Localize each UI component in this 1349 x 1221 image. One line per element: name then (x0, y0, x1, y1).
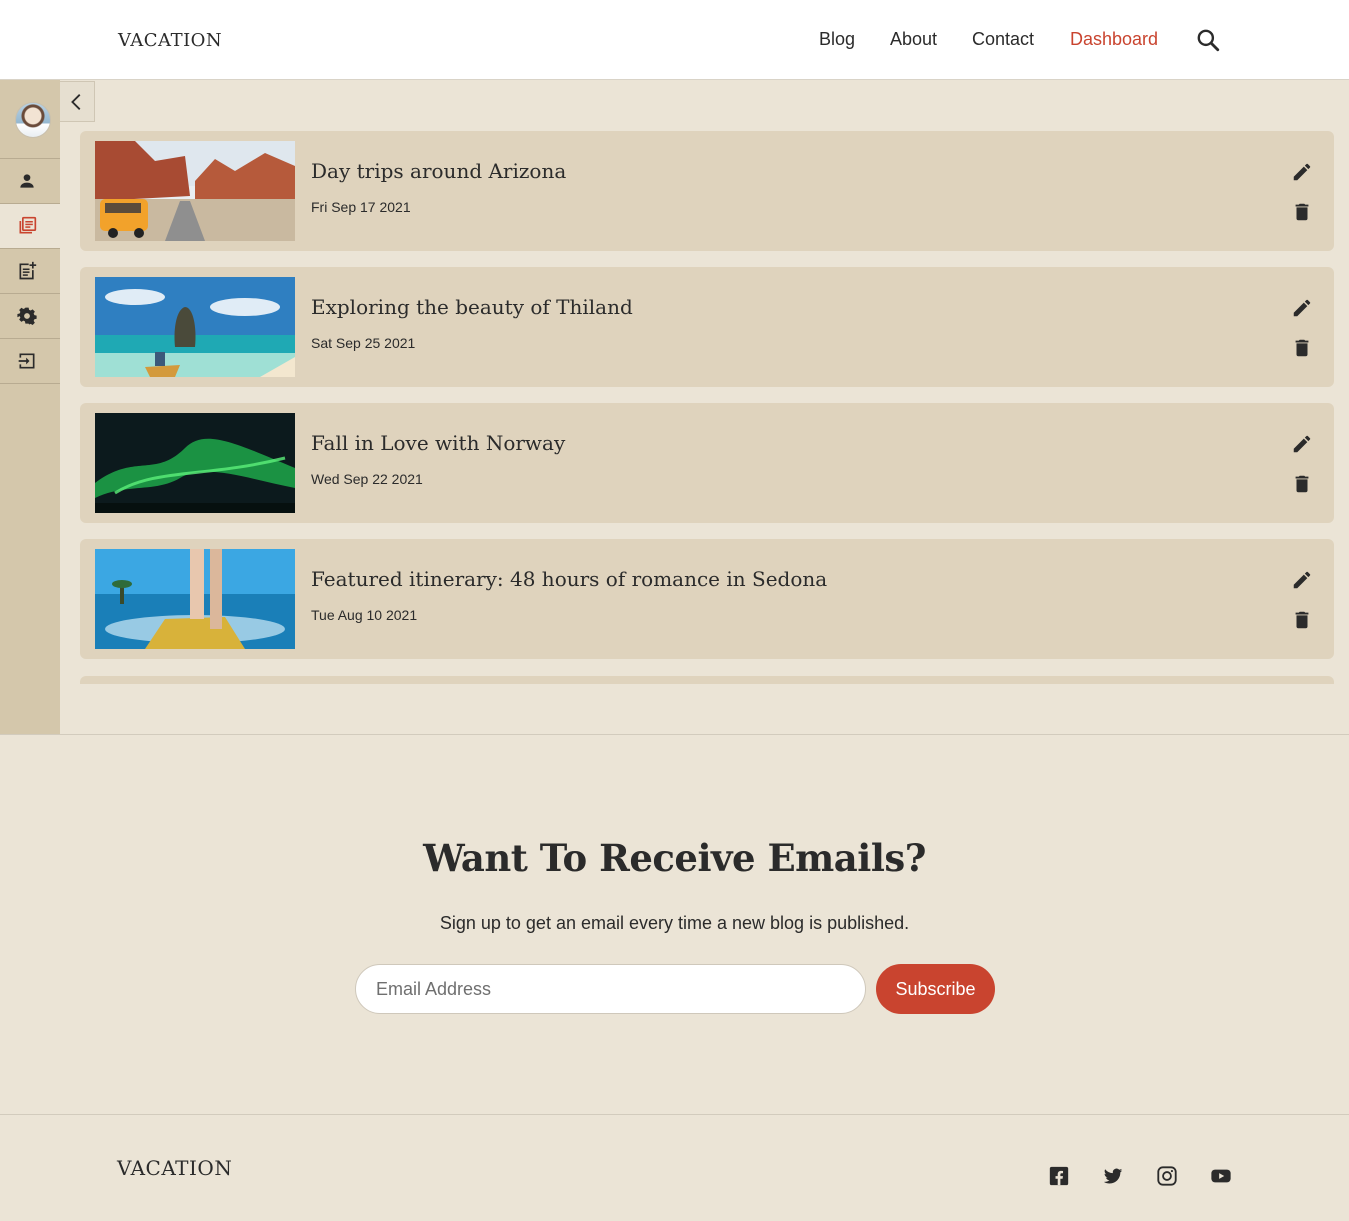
trash-icon (1295, 611, 1309, 629)
footer-logo[interactable]: VACATION (117, 1156, 232, 1180)
chevron-left-icon (71, 93, 81, 110)
nav-link-contact[interactable]: Contact (972, 29, 1034, 50)
collapse-sidebar-button[interactable] (60, 81, 95, 122)
post-title[interactable]: Fall in Love with Norway (311, 431, 565, 455)
sidebar-avatar-cell (0, 80, 60, 159)
youtube-icon (1211, 1169, 1231, 1183)
post-title[interactable]: Featured itinerary: 48 hours of romance … (311, 567, 827, 591)
facebook-icon (1049, 1166, 1069, 1186)
twitter-icon (1103, 1168, 1123, 1184)
post-card[interactable]: Day trips around Arizona Fri Sep 17 2021 (80, 131, 1334, 251)
dashboard-sidebar (0, 80, 60, 734)
top-navbar: VACATION Blog About Contact Dashboard (0, 0, 1349, 80)
posts-list-icon (19, 216, 37, 234)
delete-post-button[interactable] (1291, 609, 1311, 631)
post-card[interactable]: Exploring the beauty of Thiland Sat Sep … (80, 267, 1334, 387)
search-button[interactable] (1195, 27, 1221, 53)
post-title[interactable]: Day trips around Arizona (311, 159, 566, 183)
post-date: Tue Aug 10 2021 (311, 607, 418, 623)
sidebar-item-new-post[interactable] (0, 249, 60, 294)
nav-link-dashboard[interactable]: Dashboard (1070, 29, 1158, 50)
twitter-link[interactable] (1102, 1165, 1124, 1187)
post-thumbnail (95, 277, 295, 377)
email-field[interactable] (355, 964, 866, 1014)
edit-post-button[interactable] (1291, 569, 1311, 589)
delete-post-button[interactable] (1291, 201, 1311, 223)
post-card-partial (80, 676, 1334, 684)
newsletter-subtext: Sign up to get an email every time a new… (439, 913, 910, 933)
pencil-icon (1293, 299, 1311, 317)
post-thumbnail (95, 141, 295, 241)
nav-link-about[interactable]: About (890, 29, 937, 50)
nav-link-blog[interactable]: Blog (819, 29, 855, 50)
gear-icon (17, 307, 37, 326)
person-icon (20, 174, 34, 188)
pencil-icon (1293, 435, 1311, 453)
pencil-icon (1293, 163, 1311, 181)
post-date: Wed Sep 22 2021 (311, 471, 423, 487)
trash-icon (1295, 203, 1309, 221)
subscribe-button[interactable]: Subscribe (876, 964, 995, 1014)
edit-post-button[interactable] (1291, 297, 1311, 317)
new-post-icon (19, 261, 37, 280)
site-logo[interactable]: VACATION (118, 30, 222, 51)
trash-icon (1295, 475, 1309, 493)
divider (0, 734, 1349, 735)
avatar[interactable] (15, 102, 51, 138)
post-title[interactable]: Exploring the beauty of Thiland (311, 295, 633, 319)
search-icon (1197, 29, 1220, 52)
sidebar-item-posts[interactable] (0, 204, 60, 249)
newsletter-heading: Want To Receive Emails? (423, 836, 926, 880)
sidebar-item-logout[interactable] (0, 339, 60, 384)
pencil-icon (1293, 571, 1311, 589)
post-thumbnail (95, 549, 295, 649)
edit-post-button[interactable] (1291, 433, 1311, 453)
facebook-link[interactable] (1048, 1165, 1070, 1187)
instagram-icon (1157, 1166, 1177, 1186)
logout-icon (18, 353, 35, 369)
sidebar-item-profile[interactable] (0, 159, 60, 204)
post-card[interactable]: Featured itinerary: 48 hours of romance … (80, 539, 1334, 659)
sidebar-item-settings[interactable] (0, 294, 60, 339)
youtube-link[interactable] (1210, 1165, 1232, 1187)
post-card[interactable]: Fall in Love with Norway Wed Sep 22 2021 (80, 403, 1334, 523)
post-date: Sat Sep 25 2021 (311, 335, 416, 351)
instagram-link[interactable] (1156, 1165, 1178, 1187)
post-date: Fri Sep 17 2021 (311, 199, 411, 215)
edit-post-button[interactable] (1291, 161, 1311, 181)
trash-icon (1295, 339, 1309, 357)
post-thumbnail (95, 413, 295, 513)
divider (0, 1114, 1349, 1115)
delete-post-button[interactable] (1291, 473, 1311, 495)
delete-post-button[interactable] (1291, 337, 1311, 359)
